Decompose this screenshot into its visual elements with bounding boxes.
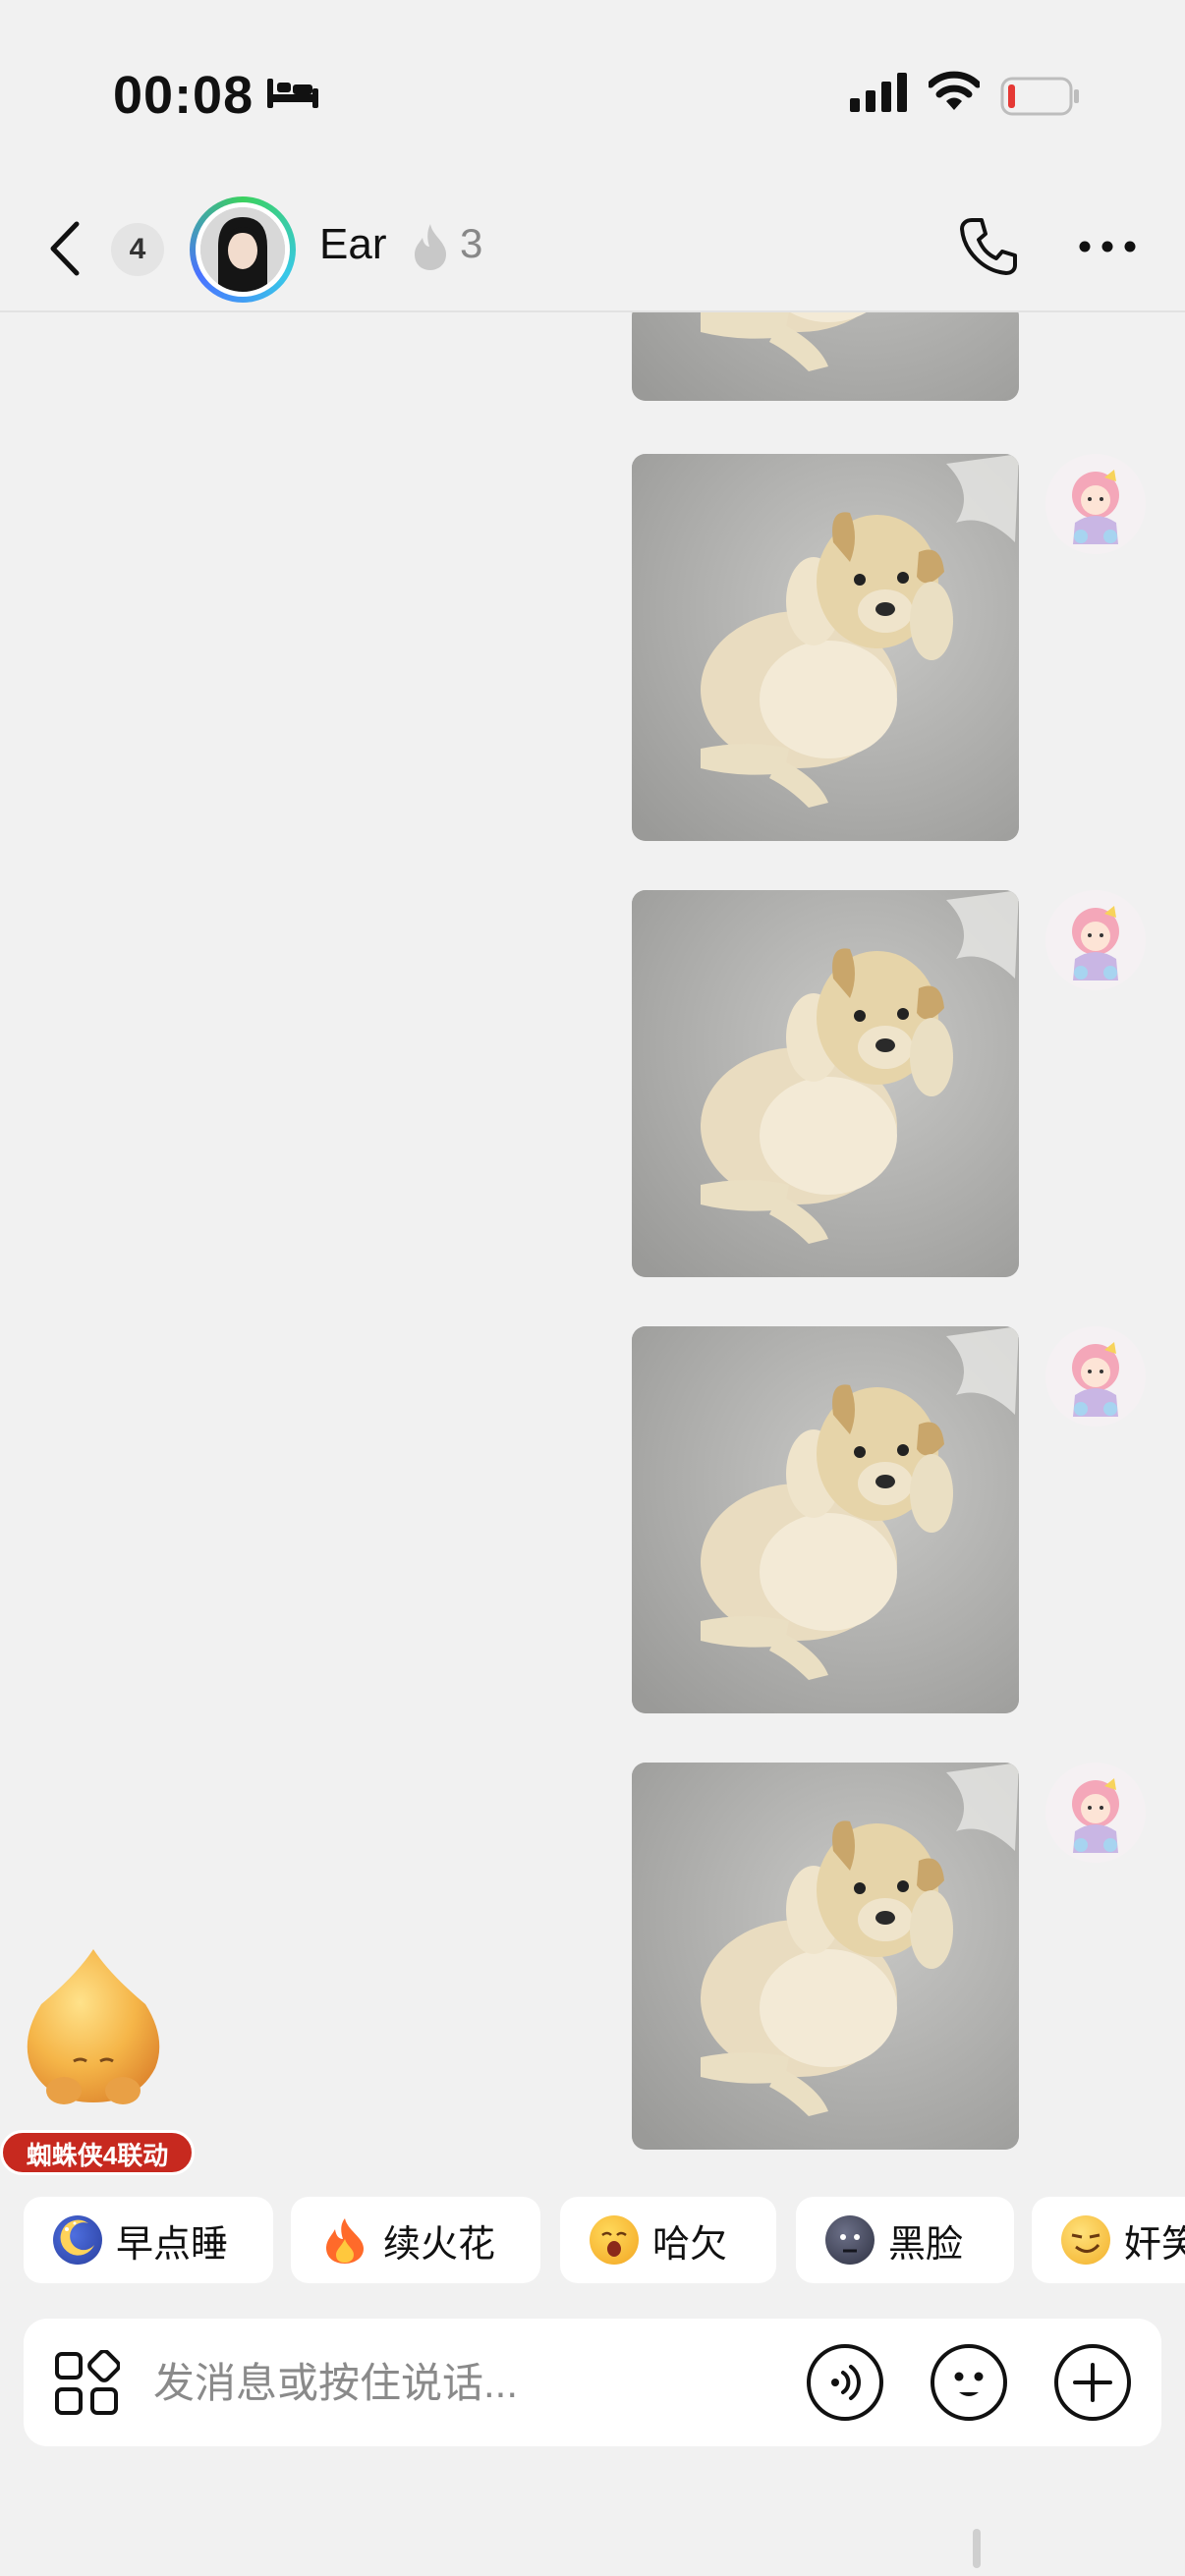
chevron-left-icon[interactable] (47, 220, 81, 282)
image-message[interactable] (632, 890, 1019, 1277)
unread-count-badge[interactable]: 4 (111, 223, 164, 276)
quick-reply-chip[interactable]: 早点睡 (24, 2197, 273, 2283)
quick-reply-label: 奸笑 (1124, 2223, 1185, 2266)
message-input-bar (24, 2319, 1161, 2446)
sleepy-moon-emoji (53, 2215, 102, 2265)
quick-reply-chip[interactable]: 黑脸 (796, 2197, 1014, 2283)
voice-waves-icon[interactable] (806, 2343, 884, 2422)
plus-icon[interactable] (1053, 2343, 1132, 2422)
contact-name[interactable]: Ear (319, 220, 386, 269)
cellular-signal-icon (850, 73, 909, 117)
apps-grid-icon[interactable] (53, 2349, 121, 2422)
smirk-emoji (1061, 2215, 1110, 2265)
contact-avatar[interactable] (190, 196, 296, 303)
phone-icon[interactable] (958, 216, 1019, 282)
flame-icon (411, 222, 450, 276)
more-dots-icon[interactable] (1078, 240, 1137, 258)
image-message[interactable] (632, 1326, 1019, 1713)
status-time: 00:08 (113, 66, 254, 125)
status-bar: 00:08 (0, 0, 1185, 187)
battery-low-icon (1000, 77, 1081, 121)
smiley-icon[interactable] (930, 2343, 1008, 2422)
streak-count: 3 (460, 220, 483, 266)
yawn-emoji (590, 2215, 639, 2265)
image-message[interactable] (632, 454, 1019, 841)
dark-face-emoji (825, 2215, 875, 2265)
quick-reply-label: 哈欠 (652, 2223, 728, 2266)
my-avatar[interactable] (1045, 890, 1146, 990)
my-avatar[interactable] (1045, 454, 1146, 554)
quick-reply-label: 黑脸 (888, 2223, 964, 2266)
my-avatar[interactable] (1045, 1326, 1146, 1427)
quick-reply-label: 早点睡 (116, 2223, 229, 2266)
fire-emoji (320, 2215, 369, 2265)
message-list[interactable] (0, 312, 1185, 2179)
wifi-icon (927, 69, 982, 117)
chat-header: 4 Ear 3 (0, 187, 1185, 312)
scroll-indicator (973, 2529, 981, 2568)
bed-icon (265, 75, 320, 115)
quick-reply-chip[interactable]: 奸笑 (1032, 2197, 1185, 2283)
my-avatar[interactable] (1045, 1763, 1146, 1863)
quick-reply-chip[interactable]: 续火花 (291, 2197, 540, 2283)
quick-reply-chip[interactable]: 哈欠 (560, 2197, 776, 2283)
quick-reply-label: 续火花 (383, 2223, 496, 2266)
peach-mascot-icon[interactable] (20, 1945, 167, 2112)
message-input[interactable] (151, 2342, 784, 2425)
mascot-promo-tag[interactable]: 蜘蛛侠4联动 (0, 2130, 195, 2175)
image-message[interactable] (632, 1763, 1019, 2150)
image-message[interactable] (632, 312, 1019, 401)
quick-reply-bar: 早点睡 续火花 哈欠 黑脸 奸笑 (0, 2197, 1185, 2285)
